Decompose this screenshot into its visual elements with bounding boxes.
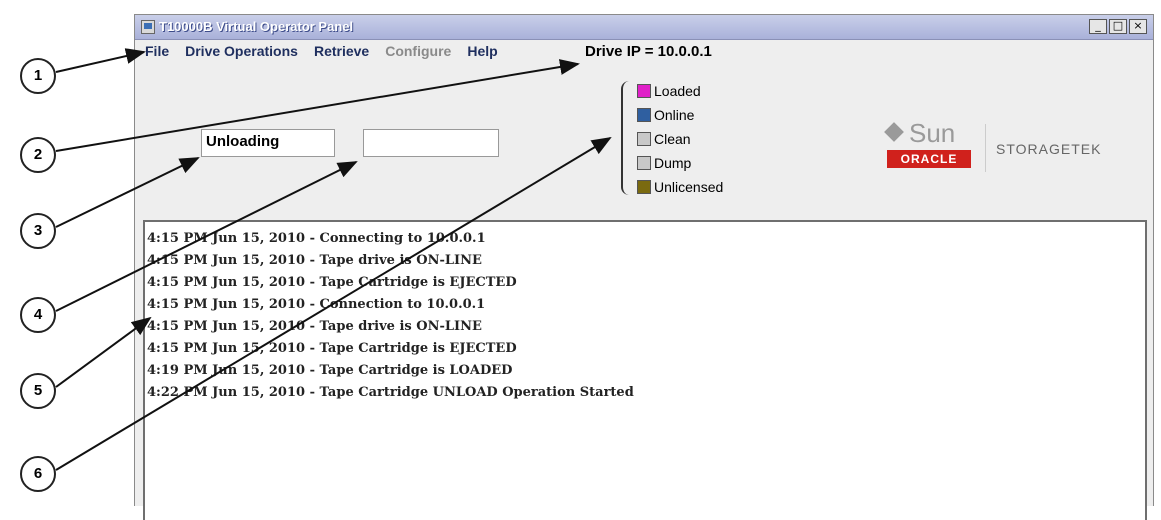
callout-6-arrow [55, 136, 612, 471]
callout-4: 4 [20, 297, 56, 333]
callout-arrows [55, 48, 612, 471]
callout-5: 5 [20, 373, 56, 409]
callout-1: 1 [20, 58, 56, 94]
callout-3-arrow [55, 157, 200, 228]
callout-5-arrow [55, 316, 152, 388]
callout-2: 2 [20, 137, 56, 173]
callout-6: 6 [20, 456, 56, 492]
callout-4-arrow [55, 161, 358, 312]
callout-1-arrow [55, 48, 146, 73]
callout-3: 3 [20, 213, 56, 249]
callout-2-arrow [55, 59, 580, 152]
